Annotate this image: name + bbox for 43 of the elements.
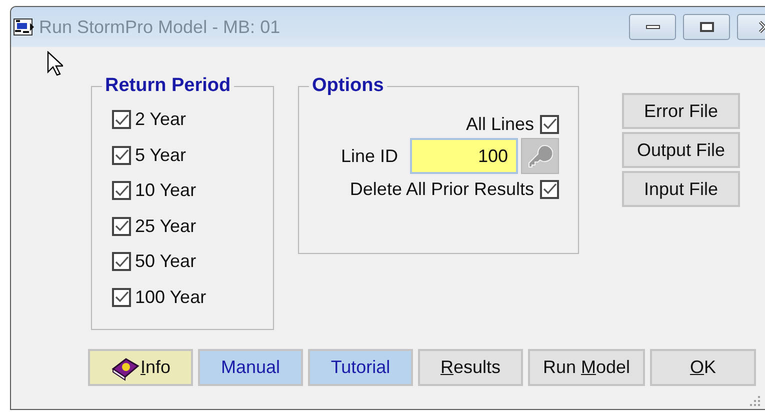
checkmark-icon (114, 220, 128, 232)
cursor-icon (47, 51, 63, 76)
checkbox[interactable] (112, 146, 131, 165)
checkmark-icon (114, 291, 128, 304)
maximize-button[interactable] (683, 14, 730, 40)
checkbox-label: All Lines (466, 112, 534, 136)
checkmark-icon (114, 256, 128, 268)
link-button[interactable]: Manual (198, 349, 303, 386)
checkbox[interactable] (112, 181, 131, 200)
checkbox[interactable] (112, 216, 131, 236)
group-title: Options (309, 74, 387, 98)
checkmark-icon (542, 183, 556, 195)
checkbox-label: 100 Year (135, 286, 206, 309)
resize-grip-icon (749, 395, 761, 407)
info-button[interactable]: Info (88, 349, 193, 386)
link-button[interactable]: Tutorial (308, 349, 413, 386)
checkbox-label: 2 Year (135, 108, 186, 132)
checkmark-icon (114, 149, 128, 162)
file-button[interactable]: Error File (622, 93, 740, 129)
minimize-button[interactable] (629, 14, 676, 40)
checkbox-label: 10 Year (135, 179, 196, 202)
file-button[interactable]: Input File (622, 171, 740, 207)
checkbox-label: Delete All Prior Results (350, 178, 534, 200)
checkbox[interactable] (112, 110, 131, 130)
action-button[interactable]: Results (418, 349, 523, 386)
action-button[interactable]: OK (650, 349, 756, 386)
checkmark-icon (114, 184, 128, 197)
field-label: Line ID (340, 144, 398, 168)
checkbox-label: 25 Year (135, 214, 196, 238)
app-icon (13, 17, 35, 37)
file-button[interactable]: Output File (622, 132, 740, 168)
checkbox[interactable] (112, 252, 131, 272)
window-title: Run StormPro Model - MB: 01 (39, 16, 280, 38)
key-button[interactable] (521, 138, 559, 174)
line-id-field[interactable]: 100 (410, 138, 518, 174)
action-button[interactable]: Run Model (528, 349, 645, 386)
checkmark-icon (542, 118, 556, 130)
checkbox-label: 50 Year (135, 250, 196, 274)
checkbox[interactable] (112, 288, 131, 307)
checkmark-icon (114, 114, 128, 126)
checkbox[interactable] (540, 114, 559, 134)
checkbox-label: 5 Year (135, 144, 186, 167)
checkbox[interactable] (540, 180, 559, 198)
